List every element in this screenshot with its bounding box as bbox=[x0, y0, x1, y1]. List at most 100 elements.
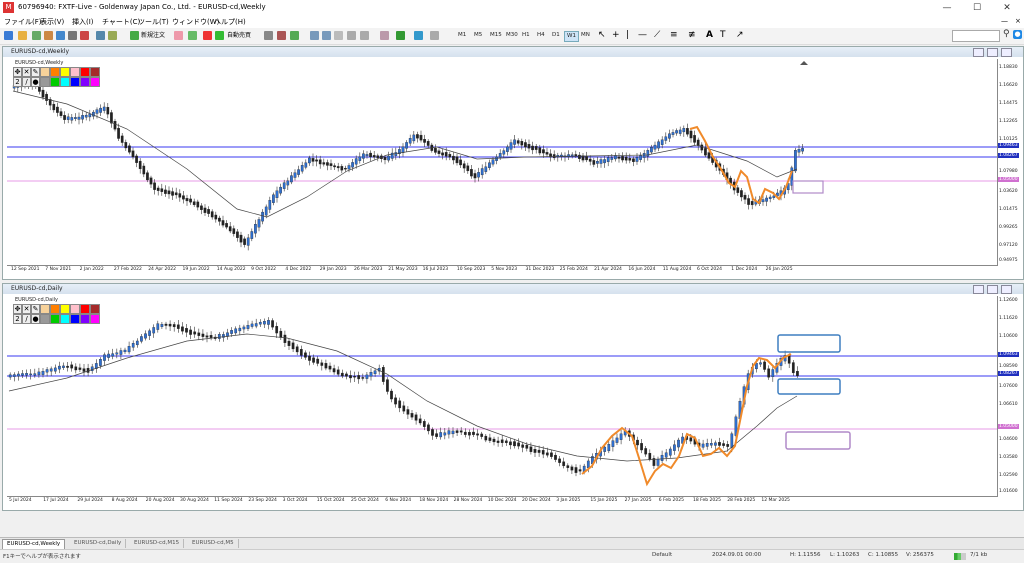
weekly-swatch-6[interactable] bbox=[90, 67, 100, 77]
menu-help[interactable]: ヘルプ(H) bbox=[214, 17, 246, 27]
weekly-swatch-12[interactable] bbox=[90, 77, 100, 87]
daily-swatch-3[interactable] bbox=[60, 304, 70, 314]
daily-swatch-8[interactable] bbox=[50, 314, 60, 324]
timeframe-m1[interactable]: M1 bbox=[456, 31, 468, 40]
trendline-icon[interactable]: ⟋ bbox=[654, 30, 660, 40]
daily-color-palette[interactable]: ✥ ✕ ✎ 2 / ● bbox=[13, 304, 109, 330]
weekly-swatch-11[interactable] bbox=[80, 77, 90, 87]
crosshair-icon[interactable]: + bbox=[612, 30, 620, 40]
daily-swatch-10[interactable] bbox=[70, 314, 80, 324]
weekly-delete-tool-icon[interactable]: ✕ bbox=[22, 67, 31, 77]
daily-swatch-6[interactable] bbox=[90, 304, 100, 314]
line-chart-icon[interactable] bbox=[290, 31, 299, 40]
history-icon[interactable] bbox=[108, 31, 117, 40]
timeframe-m30[interactable]: M30 bbox=[504, 31, 520, 40]
auto-trade-status-icon[interactable] bbox=[215, 31, 224, 40]
menu-window[interactable]: ウィンドウ(W) bbox=[172, 17, 219, 27]
tab-eurusd-daily[interactable]: EURUSD-cd,Daily bbox=[70, 539, 127, 548]
crosshair-tool-icon[interactable] bbox=[96, 31, 105, 40]
daily-line-width-icon[interactable]: 2 bbox=[13, 314, 22, 324]
new-chart-icon[interactable] bbox=[4, 31, 13, 40]
chart-shift-icon[interactable] bbox=[360, 31, 369, 40]
templates-icon[interactable] bbox=[396, 31, 405, 40]
cursor-tool-icon[interactable]: ↖ bbox=[598, 30, 606, 40]
auto-trade-icon[interactable] bbox=[203, 31, 212, 40]
tab-eurusd-m5[interactable]: EURUSD-cd,M5 bbox=[188, 539, 239, 548]
market-watch-icon[interactable] bbox=[32, 31, 41, 40]
menu-close-icon[interactable]: × bbox=[1015, 17, 1021, 25]
weekly-plot-area[interactable]: EURUSD-cd,Weekly ✥ ✕ ✎ 2 / ● bbox=[7, 59, 998, 266]
new-order-icon[interactable] bbox=[130, 31, 139, 40]
daily-swatch-7[interactable] bbox=[40, 314, 50, 324]
weekly-pen-tool-icon[interactable]: / bbox=[22, 77, 31, 87]
text-tool-icon[interactable]: A bbox=[706, 30, 713, 40]
menu-insert[interactable]: 挿入(I) bbox=[72, 17, 94, 27]
weekly-close-icon[interactable] bbox=[1001, 48, 1012, 57]
menu-view[interactable]: 表示(V) bbox=[40, 17, 64, 27]
maximize-button[interactable]: ☐ bbox=[962, 0, 992, 16]
search-icon[interactable]: ⚲ bbox=[1003, 29, 1010, 39]
weekly-swatch-3[interactable] bbox=[60, 67, 70, 77]
weekly-line-width-icon[interactable]: 2 bbox=[13, 77, 22, 87]
arrow-tool-icon[interactable]: ↗ bbox=[736, 30, 744, 40]
channel-icon[interactable]: ≡ bbox=[670, 30, 678, 40]
daily-time-axis[interactable]: 5 Jul 2024 17 Jul 2024 29 Jul 2024 8 Aug 20… bbox=[7, 497, 997, 507]
bars-icon[interactable] bbox=[264, 31, 273, 40]
daily-minimize-icon[interactable] bbox=[973, 285, 984, 294]
menu-chart[interactable]: チャート(C) bbox=[102, 17, 140, 27]
label-tool-icon[interactable]: T bbox=[720, 30, 726, 40]
daily-swatch-5[interactable] bbox=[80, 304, 90, 314]
timeframe-mn[interactable]: MN bbox=[579, 31, 592, 40]
daily-delete-tool-icon[interactable]: ✕ bbox=[22, 304, 31, 314]
tester-icon[interactable] bbox=[80, 31, 89, 40]
profiles-icon[interactable] bbox=[18, 31, 27, 40]
navigator-icon[interactable] bbox=[56, 31, 65, 40]
daily-swatch-9[interactable] bbox=[60, 314, 70, 324]
daily-price-axis[interactable]: 1.12600 1.11620 1.10600 1.09463 1.08590 … bbox=[997, 296, 1021, 496]
close-button[interactable]: ✕ bbox=[992, 0, 1022, 16]
menu-file[interactable]: ファイル(F) bbox=[4, 17, 42, 27]
daily-swatch-2[interactable] bbox=[50, 304, 60, 314]
weekly-eraser-tool-icon[interactable]: ✎ bbox=[31, 67, 40, 77]
weekly-swatch-10[interactable] bbox=[70, 77, 80, 87]
bar-chart-icon[interactable] bbox=[188, 31, 197, 40]
periods-icon[interactable] bbox=[414, 31, 423, 40]
settings-icon[interactable] bbox=[430, 31, 439, 40]
weekly-color-palette[interactable]: ✥ ✕ ✎ 2 / ● bbox=[13, 67, 109, 93]
zoom-in-icon[interactable] bbox=[310, 31, 319, 40]
auto-trade-button[interactable]: 自動売買 bbox=[227, 30, 251, 41]
daily-dot-tool-icon[interactable]: ● bbox=[31, 314, 40, 324]
weekly-swatch-7[interactable] bbox=[40, 77, 50, 87]
weekly-swatch-9[interactable] bbox=[60, 77, 70, 87]
daily-swatch-4[interactable] bbox=[70, 304, 80, 314]
daily-cursor-tool-icon[interactable]: ✥ bbox=[13, 304, 22, 314]
tile-windows-icon[interactable] bbox=[334, 31, 343, 40]
weekly-price-axis[interactable]: 1.18830 1.16620 1.14475 1.12265 1.10125 … bbox=[997, 59, 1021, 265]
daily-restore-icon[interactable] bbox=[987, 285, 998, 294]
tab-eurusd-weekly[interactable]: EURUSD-cd,Weekly bbox=[2, 539, 66, 549]
terminal-icon[interactable] bbox=[68, 31, 77, 40]
weekly-swatch-4[interactable] bbox=[70, 67, 80, 77]
menu-minimize-icon[interactable]: — bbox=[1001, 17, 1008, 25]
indicators-icon[interactable] bbox=[380, 31, 389, 40]
weekly-swatch-2[interactable] bbox=[50, 67, 60, 77]
timeframe-h1[interactable]: H1 bbox=[520, 31, 532, 40]
daily-swatch-11[interactable] bbox=[80, 314, 90, 324]
timeframe-w1[interactable]: W1 bbox=[564, 31, 579, 42]
timeframe-m5[interactable]: M5 bbox=[472, 31, 484, 40]
daily-pen-tool-icon[interactable]: / bbox=[22, 314, 31, 324]
horizontal-line-icon[interactable]: — bbox=[638, 30, 647, 40]
auto-scroll-icon[interactable] bbox=[347, 31, 356, 40]
daily-swatch-1[interactable] bbox=[40, 304, 50, 314]
tab-eurusd-m15[interactable]: EURUSD-cd,M15 bbox=[130, 539, 185, 548]
weekly-cursor-tool-icon[interactable]: ✥ bbox=[13, 67, 22, 77]
minimize-button[interactable]: — bbox=[932, 0, 962, 16]
community-icon[interactable]: ● bbox=[1013, 30, 1022, 39]
weekly-time-axis[interactable]: 12 Sep 2021 7 Nov 2021 2 Jan 2022 27 Feb 20… bbox=[7, 266, 997, 276]
search-input[interactable] bbox=[952, 30, 1000, 42]
weekly-dot-tool-icon[interactable]: ● bbox=[31, 77, 40, 87]
timeframe-m15[interactable]: M15 bbox=[488, 31, 504, 40]
timeframe-h4[interactable]: H4 bbox=[535, 31, 547, 40]
fibonacci-icon[interactable]: ≢ bbox=[688, 30, 696, 40]
data-window-icon[interactable] bbox=[44, 31, 53, 40]
